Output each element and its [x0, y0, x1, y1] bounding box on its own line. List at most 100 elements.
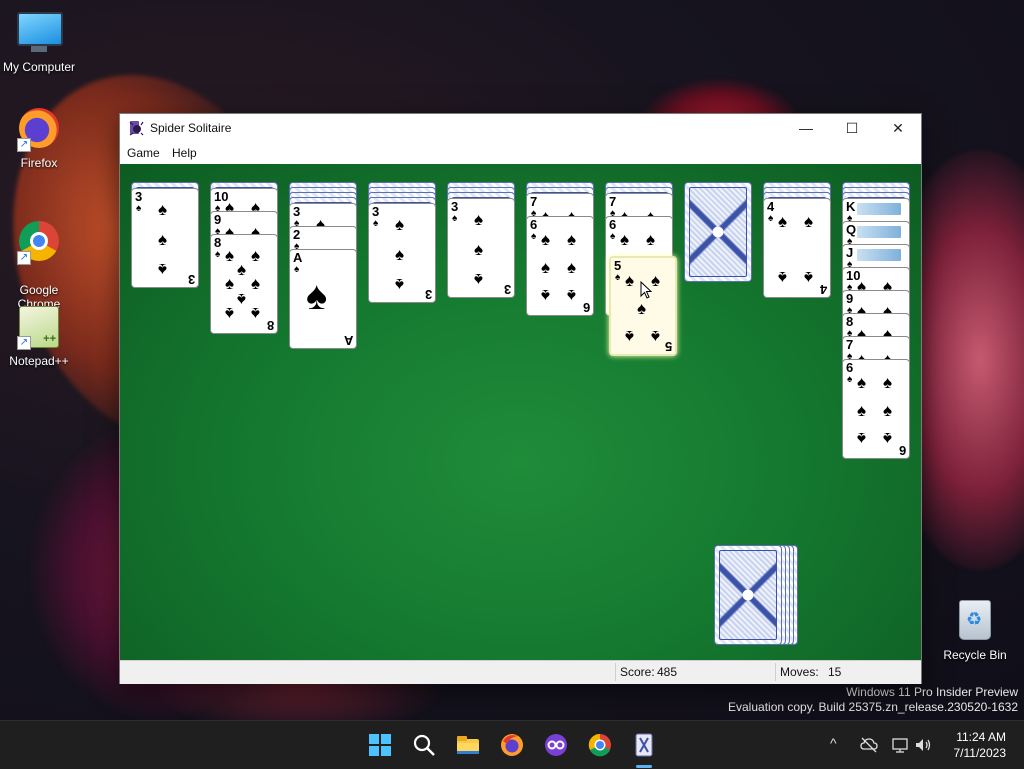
spade-pip-icon: ♠ — [237, 260, 247, 279]
card-8-of-spades[interactable]: 8♠♠♠♠♠♠♠♠♠8 — [210, 234, 278, 334]
spade-pip-icon: ♠ — [474, 270, 484, 289]
spade-pip-icon: ♠ — [251, 274, 261, 293]
shortcut-arrow-icon: ↗ — [17, 336, 31, 350]
card-rank: J — [846, 245, 854, 260]
card-rank-inverted: 6 — [582, 300, 590, 315]
card-rank: 7 — [846, 337, 854, 352]
spade-pip-icon: ♠ — [306, 274, 328, 318]
desktop-icon-recycle-bin[interactable]: Recycle Bin — [937, 596, 1013, 662]
spade-suit-icon: ♠ — [847, 374, 853, 385]
spade-pip-icon: ♠ — [857, 373, 867, 392]
spider-solitaire-taskbar-icon[interactable] — [630, 731, 658, 759]
card-rank: 4 — [767, 199, 775, 214]
desktop-icon-firefox[interactable]: ↗ Firefox — [1, 106, 77, 170]
card-rank: 6 — [846, 360, 854, 375]
shortcut-arrow-icon: ↗ — [17, 138, 31, 152]
spade-pip-icon: ♠ — [778, 212, 788, 231]
title-bar[interactable]: Spider Solitaire — ☐ ✕ — [120, 114, 921, 142]
card-rank-inverted: 3 — [424, 287, 432, 302]
spade-pip-icon: ♠ — [225, 304, 235, 323]
spade-pip-icon: ♠ — [637, 299, 647, 318]
spade-pip-icon: ♠ — [625, 327, 635, 346]
minimize-button[interactable]: — — [783, 114, 829, 142]
start-icon[interactable] — [366, 731, 394, 759]
desktop-icon-label: My Computer — [2, 60, 76, 74]
volume-icon[interactable] — [914, 736, 932, 754]
network-icon[interactable] — [891, 736, 909, 754]
desktop-icon-my-computer[interactable]: My Computer — [1, 8, 77, 74]
desktop-icon-notepad-plus-plus[interactable]: ↗ Notepad++ — [1, 304, 77, 368]
spade-suit-icon: ♠ — [531, 231, 537, 242]
spade-pip-icon: ♠ — [395, 275, 405, 294]
card-rank-inverted: 5 — [664, 339, 672, 354]
spade-suit-icon: ♠ — [294, 264, 300, 275]
system-clock[interactable]: 11:24 AM 7/11/2023 — [954, 729, 1007, 761]
mouse-cursor-icon — [640, 281, 652, 299]
spade-pip-icon: ♠ — [541, 286, 551, 305]
watermark-line: Evaluation copy. Build 25375.zn_release.… — [728, 700, 1018, 714]
card-5-of-spades[interactable]: 5 ♠ ♠ ♠ ♠ ♠ ♠ 5 — [609, 256, 677, 356]
firefox-taskbar-icon[interactable] — [498, 731, 526, 759]
notepad-plus-plus-icon: ↗ — [17, 306, 61, 350]
media-player-icon[interactable] — [542, 731, 570, 759]
spade-pip-icon: ♠ — [778, 268, 788, 287]
clock-time: 11:24 AM — [956, 730, 1006, 744]
menu-game[interactable]: Game — [127, 146, 160, 160]
spade-suit-icon: ♠ — [768, 213, 774, 224]
shortcut-arrow-icon: ↗ — [17, 251, 31, 265]
card-rank: 2 — [293, 227, 301, 242]
spade-pip-icon: ♠ — [625, 271, 635, 290]
face-down-card[interactable] — [684, 182, 752, 282]
chrome-taskbar-icon[interactable] — [586, 731, 614, 759]
card-3-of-spades[interactable]: 3♠♠♠♠3 — [368, 203, 436, 303]
card-rank: Q — [846, 222, 857, 237]
spade-pip-icon: ♠ — [804, 212, 814, 231]
card-rank-inverted: 4 — [819, 282, 827, 297]
spade-pip-icon: ♠ — [651, 327, 661, 346]
close-button[interactable]: ✕ — [875, 114, 921, 142]
menu-help[interactable]: Help — [172, 146, 197, 160]
spade-pip-icon: ♠ — [620, 230, 630, 249]
card-rank: 8 — [214, 235, 222, 250]
maximize-button[interactable]: ☐ — [829, 114, 875, 142]
windows-watermark: Windows 11 Pro Insider Preview Evaluatio… — [728, 685, 1018, 715]
chrome-icon: ↗ — [17, 221, 61, 265]
search-icon[interactable] — [410, 731, 438, 759]
status-divider — [775, 663, 776, 681]
card-rank: 9 — [846, 291, 854, 306]
spade-pip-icon: ♠ — [857, 401, 867, 420]
desktop-icon-label: Firefox — [20, 156, 58, 170]
card-rank-inverted: 6 — [898, 443, 906, 458]
card-rank: 6 — [609, 217, 617, 232]
spade-pip-icon: ♠ — [395, 215, 405, 234]
spade-suit-icon: ♠ — [136, 203, 142, 214]
computer-icon — [17, 12, 63, 56]
spade-pip-icon: ♠ — [474, 240, 484, 259]
card-4-of-spades[interactable]: 4 ♠ ♠ ♠ ♠ ♠ 4 — [763, 198, 831, 298]
stock-pile-card[interactable] — [714, 545, 782, 645]
spade-pip-icon: ♠ — [883, 401, 893, 420]
card-rank-inverted: 3 — [187, 272, 195, 287]
spade-pip-icon: ♠ — [251, 304, 261, 323]
spade-pip-icon: ♠ — [883, 429, 893, 448]
card-6-of-spades[interactable]: 6♠♠♠♠♠♠♠6 — [526, 216, 594, 316]
show-hidden-icons-chevron-icon[interactable]: ^ — [830, 735, 837, 751]
card-a-of-spades[interactable]: A ♠ ♠ A — [289, 249, 357, 349]
spade-pip-icon: ♠ — [651, 271, 661, 290]
spade-pip-icon: ♠ — [567, 258, 577, 277]
game-table[interactable]: 3♠♠♠♠310♠♠♠♠♠♠♠♠♠♠♠109♠♠♠♠♠♠♠♠♠♠98♠♠♠♠♠♠… — [120, 164, 921, 660]
face-card-art-icon — [857, 249, 901, 261]
card-rank: 3 — [451, 199, 459, 214]
taskbar: ^ 11:24 AM 7/11/2023 — [0, 720, 1024, 769]
spade-suit-icon: ♠ — [452, 213, 458, 224]
card-6-of-spades[interactable]: 6♠♠♠♠♠♠♠6 — [842, 359, 910, 459]
card-rank: 8 — [846, 314, 854, 329]
spade-pip-icon: ♠ — [225, 274, 235, 293]
card-3-of-spades[interactable]: 3♠♠♠♠3 — [131, 188, 199, 288]
file-explorer-icon[interactable] — [454, 731, 482, 759]
spider-app-icon — [129, 121, 144, 136]
card-rank: 3 — [372, 204, 380, 219]
moves-label: Moves: — [780, 665, 819, 679]
card-3-of-spades[interactable]: 3♠♠♠♠3 — [447, 198, 515, 298]
cloud-offline-icon[interactable] — [860, 736, 878, 754]
